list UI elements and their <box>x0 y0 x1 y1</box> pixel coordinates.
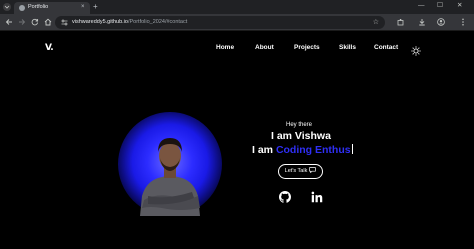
typed-word: Coding Enthus <box>275 144 351 156</box>
profile-photo <box>118 112 222 216</box>
profile-icon[interactable] <box>436 17 446 27</box>
close-window-button[interactable]: ✕ <box>457 1 462 11</box>
reload-icon[interactable] <box>30 17 40 27</box>
forward-icon[interactable] <box>17 17 27 27</box>
url-path: /Portfolio_2024/#contact <box>127 19 188 25</box>
nav-contact[interactable]: Contact <box>374 44 398 51</box>
favicon-icon <box>19 5 25 11</box>
site-info-icon[interactable] <box>61 19 68 26</box>
url-host: vishwareddy5.github.io <box>72 19 128 25</box>
hero-name: I am Vishwa <box>271 130 331 142</box>
nav-home[interactable]: Home <box>216 44 234 51</box>
tab-search-icon[interactable] <box>3 3 11 11</box>
sun-icon[interactable] <box>411 43 421 56</box>
greeting-text: Hey there <box>286 122 313 128</box>
github-icon[interactable] <box>279 190 291 203</box>
typing-cursor <box>351 144 353 154</box>
portfolio-page: V. Home About Projects Skills Contact He… <box>0 32 474 249</box>
browser-tab-strip: Portfolio × + — ☐ ✕ <box>0 0 474 14</box>
chat-icon <box>309 166 317 179</box>
tab-close-icon[interactable]: × <box>81 3 85 12</box>
minimize-button[interactable]: — <box>418 1 425 11</box>
browser-toolbar: vishwareddy5.github.io/Portfolio_2024/#c… <box>0 14 474 31</box>
lets-talk-label: Let's Talk <box>284 168 308 174</box>
typed-headline: I am Coding Enthus <box>252 144 353 156</box>
tab-title: Portfolio <box>28 4 49 10</box>
browser-tab[interactable]: Portfolio × <box>14 2 90 14</box>
linkedin-icon[interactable] <box>311 190 323 203</box>
back-icon[interactable] <box>4 17 14 27</box>
lets-talk-button[interactable]: Let's Talk <box>278 164 323 179</box>
new-tab-button[interactable]: + <box>93 2 98 12</box>
typed-prefix: I am <box>252 144 276 156</box>
url-text: vishwareddy5.github.io/Portfolio_2024/#c… <box>72 18 187 27</box>
nav-about[interactable]: About <box>255 44 274 51</box>
home-icon[interactable] <box>43 17 53 27</box>
address-bar[interactable]: vishwareddy5.github.io/Portfolio_2024/#c… <box>55 16 385 29</box>
download-icon[interactable] <box>417 17 427 27</box>
menu-icon[interactable] <box>458 17 468 27</box>
nav-skills[interactable]: Skills <box>339 44 356 51</box>
site-logo[interactable]: V. <box>45 43 54 53</box>
nav-projects[interactable]: Projects <box>294 44 320 51</box>
person-portrait <box>140 138 200 216</box>
extensions-icon[interactable] <box>396 17 406 27</box>
star-icon[interactable]: ☆ <box>373 17 379 28</box>
maximize-button[interactable]: ☐ <box>437 1 443 11</box>
